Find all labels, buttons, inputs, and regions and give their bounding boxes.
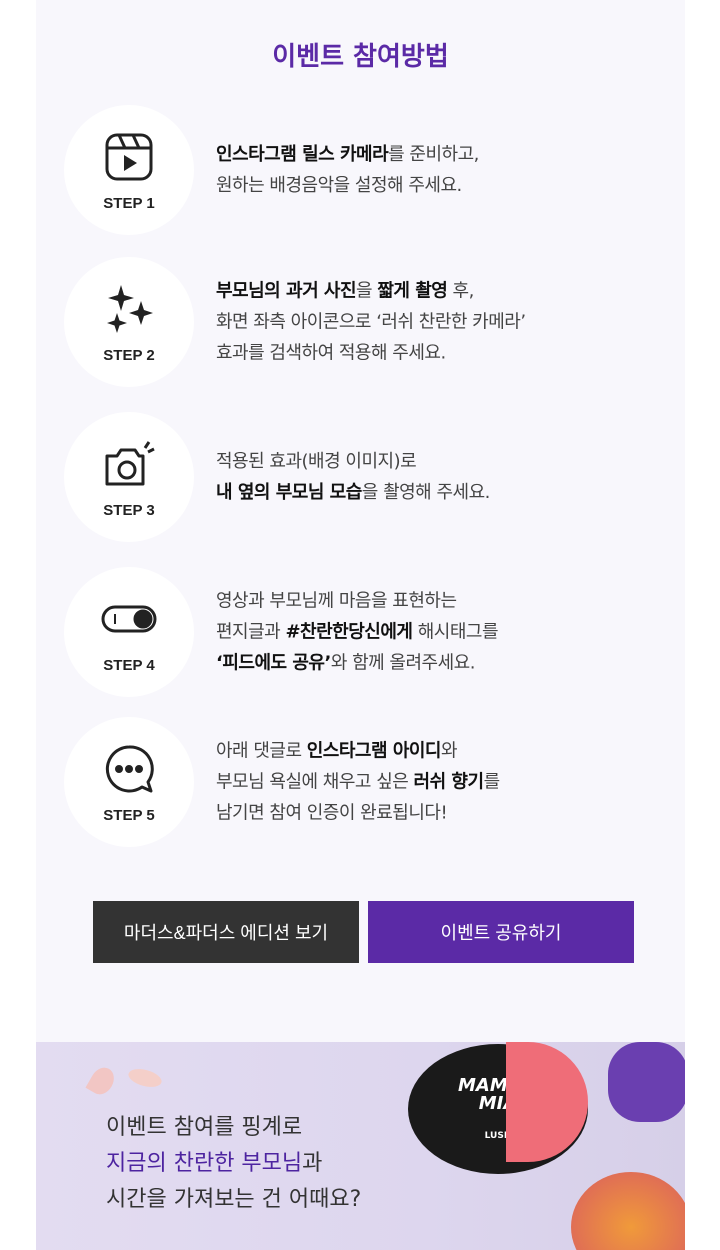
scrub-image: [506, 1042, 588, 1162]
description-line: 원하는 배경음악을 설정해 주세요.: [216, 170, 479, 201]
page-title: 이벤트 참여방법: [272, 42, 449, 72]
text-segment: ‘피드에도 공유’: [216, 652, 331, 674]
banner-text: 이벤트 참여를 핑계로 지금의 찬란한 부모님과 시간을 가져보는 건 어때요?: [106, 1110, 361, 1218]
camera-icon: [101, 436, 157, 496]
view-edition-button[interactable]: 마더스&파더스 에디션 보기: [93, 901, 359, 963]
step-description: 부모님의 과거 사진을 짧게 촬영 후, 화면 좌측 아이콘으로 ‘러쉬 찬란한 …: [216, 276, 526, 369]
description-line: 부모님의 과거 사진을 짧게 촬영 후,: [216, 276, 526, 307]
text-segment: 원하는 배경음악을 설정해 주세요.: [216, 175, 462, 196]
share-event-button[interactable]: 이벤트 공유하기: [368, 901, 634, 963]
description-line: 적용된 효과(배경 이미지)로: [216, 446, 490, 477]
description-line: 화면 좌측 아이콘으로 ‘러쉬 찬란한 카메라’: [216, 307, 526, 338]
reels-icon: [101, 129, 157, 189]
toggle-icon: [101, 591, 157, 651]
text-segment: 화면 좌측 아이콘으로 ‘러쉬 찬란한 카메라’: [216, 311, 526, 333]
description-line: 인스타그램 릴스 카메라를 준비하고,: [216, 139, 479, 170]
text-segment: 와 함께 올려주세요.: [330, 652, 476, 674]
description-line: 편지글과 #찬란한당신에게 해시태그를: [216, 617, 499, 648]
text-segment: 을: [356, 280, 378, 302]
step-label: STEP 2: [103, 346, 155, 364]
step-badge: STEP 4: [64, 567, 194, 697]
step-4: STEP 4 영상과 부모님께 마음을 표현하는편지글과 #찬란한당신에게 해시태…: [64, 567, 624, 697]
description-line: ‘피드에도 공유’와 함께 올려주세요.: [216, 648, 498, 679]
step-2: STEP 2 부모님의 과거 사진을 짧게 촬영 후, 화면 좌측 아이콘으로 ‘러…: [64, 257, 624, 387]
text-segment: 아래 댓글로: [216, 740, 307, 762]
step-5: STEP 5 아래 댓글로 인스타그램 아이디와 부모님 욕실에 채우고 싶은 러쉬…: [64, 717, 624, 847]
bath-bomb-purple-image: [608, 1042, 685, 1122]
banner-line: 지금의 찬란한 부모님과: [106, 1146, 361, 1182]
text-segment: 부모님 욕실에 채우고 싶은: [216, 771, 414, 793]
banner-line: 시간을 가져보는 건 어때요?: [106, 1187, 362, 1212]
banner-line-rest: 과: [302, 1151, 323, 1176]
text-segment: 를: [483, 771, 501, 793]
text-segment: 내 옆의 부모님 모습: [216, 482, 362, 503]
promo-banner: MAMMA MIA LUSH 이벤트 참여를 핑계로 지금의 찬란한 부모님과 …: [36, 1042, 685, 1250]
step-badge: STEP 3: [64, 412, 194, 542]
sparkles-icon: [101, 281, 157, 341]
step-description: 인스타그램 릴스 카메라를 준비하고, 원하는 배경음악을 설정해 주세요.: [216, 139, 479, 201]
text-segment: 적용된 효과(배경 이미지)로: [216, 451, 417, 472]
step-description: 적용된 효과(배경 이미지)로내 옆의 부모님 모습을 촬영해 주세요.: [216, 446, 490, 508]
description-line: 효과를 검색하여 적용해 주세요.: [216, 338, 526, 369]
banner-highlight: 지금의 찬란한 부모님: [106, 1151, 303, 1176]
step-label: STEP 3: [103, 501, 155, 519]
text-segment: 와: [441, 740, 458, 762]
step-label: STEP 1: [103, 194, 155, 212]
description-line: 부모님 욕실에 채우고 싶은 러쉬 향기를: [216, 767, 500, 798]
step-description: 영상과 부모님께 마음을 표현하는 편지글과 #찬란한당신에게 해시태그를 ‘피드에…: [216, 586, 499, 679]
text-segment: 효과를 검색하여 적용해 주세요.: [216, 342, 446, 364]
text-segment: 남기면 참여 인증이 완료됩니다!: [216, 802, 448, 824]
description-line: 아래 댓글로 인스타그램 아이디와: [216, 736, 500, 767]
text-segment: 편지글과: [216, 621, 286, 643]
text-segment: 인스타그램 릴스 카메라: [216, 144, 389, 165]
chat-bubble-icon: [101, 741, 157, 801]
step-badge: STEP 2: [64, 257, 194, 387]
step-description: 아래 댓글로 인스타그램 아이디와 부모님 욕실에 채우고 싶은 러쉬 향기를 남기…: [216, 736, 500, 829]
text-segment: 인스타그램 아이디: [306, 740, 442, 762]
text-segment: #찬란한당신에게: [285, 621, 413, 643]
text-segment: 후,: [447, 280, 475, 302]
banner-line: 이벤트 참여를 핑계로: [106, 1115, 303, 1140]
text-segment: 부모님의 과거 사진: [216, 280, 357, 302]
step-label: STEP 5: [103, 806, 155, 824]
step-badge: STEP 1: [64, 105, 194, 235]
description-line: 내 옆의 부모님 모습을 촬영해 주세요.: [216, 477, 490, 508]
step-1: STEP 1 인스타그램 릴스 카메라를 준비하고, 원하는 배경음악을 설정해 주…: [64, 105, 624, 235]
step-label: STEP 4: [103, 656, 155, 674]
text-segment: 짧게 촬영: [377, 280, 448, 302]
text-segment: 를 준비하고,: [388, 144, 479, 165]
text-segment: 해시태그를: [412, 621, 499, 643]
bath-bomb-orange-image: [571, 1172, 685, 1250]
step-3: STEP 3 적용된 효과(배경 이미지)로내 옆의 부모님 모습을 촬영해 주세…: [64, 412, 624, 542]
petal-decoration: [85, 1063, 119, 1099]
description-line: 남기면 참여 인증이 완료됩니다!: [216, 798, 500, 829]
step-badge: STEP 5: [64, 717, 194, 847]
description-line: 영상과 부모님께 마음을 표현하는: [216, 586, 498, 617]
text-segment: 을 촬영해 주세요.: [361, 482, 491, 503]
petal-decoration: [126, 1065, 164, 1091]
text-segment: 영상과 부모님께 마음을 표현하는: [216, 590, 457, 612]
text-segment: 러쉬 향기: [413, 771, 485, 793]
